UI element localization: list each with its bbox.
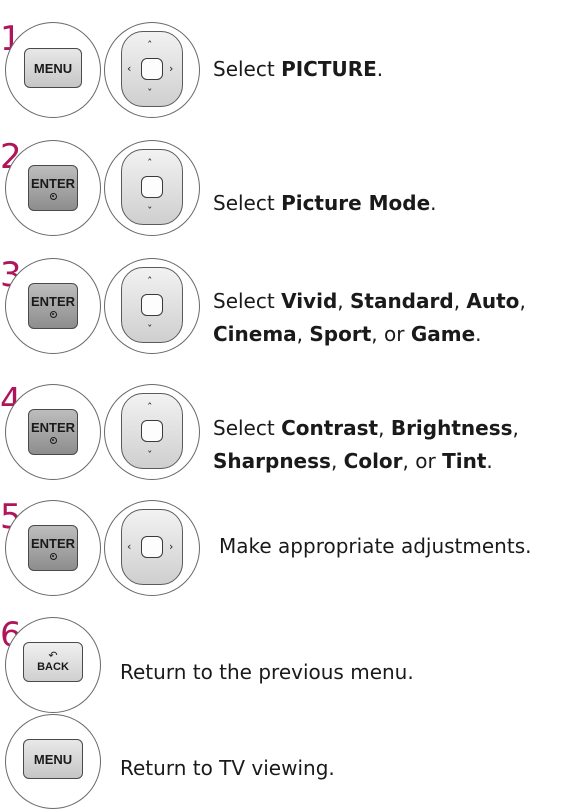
arrow-up-icon: ˆ [147,157,153,170]
instruction-keyword: Contrast [281,416,379,440]
menu-button[interactable]: MENU [24,48,82,88]
enter-button-label: ENTER [30,420,76,435]
instruction-text: Select [213,289,282,313]
enter-dot-icon [49,437,57,444]
instruction-text: , [519,289,526,313]
arrow-down-icon: ˇ [147,87,153,100]
enter-button[interactable]: ENTER [28,165,78,211]
nav-circle: ‹ › [104,500,200,596]
button-circle: ↶ BACK [5,617,101,713]
button-circle: ENTER [5,258,101,354]
navigation-pad[interactable]: ˆ ˇ [121,149,183,225]
menu-button-label: MENU [33,751,73,767]
instruction-text: . [430,191,437,215]
instruction-keyword: Auto [466,289,520,313]
instruction-text: , [296,322,310,346]
instruction-text: , [512,416,519,440]
instruction-text: , [453,289,467,313]
enter-dot-icon [49,311,57,318]
arrow-up-icon: ˆ [147,39,153,52]
nav-center-key[interactable] [141,176,163,198]
arrow-up-icon: ˆ [147,275,153,288]
enter-button-label: ENTER [30,294,76,309]
navigation-pad[interactable]: ‹ › [121,509,183,585]
instruction-text: Return to TV viewing. [120,756,335,780]
instruction-keyword: Vivid [281,289,338,313]
instruction-text: , or [402,449,443,473]
nav-center-key[interactable] [141,294,163,316]
instruction-text: , [378,416,391,440]
instruction-text: . [475,322,482,346]
arrow-down-icon: ˇ [147,205,153,218]
enter-button-label: ENTER [30,176,76,191]
step-instruction-line-2: Cinema, Sport, or Game. [213,320,482,348]
nav-center-key[interactable] [141,536,163,558]
back-button[interactable]: ↶ BACK [23,642,83,682]
arrow-down-icon: ˇ [147,449,153,462]
instruction-keyword: Cinema [213,322,297,346]
instruction-keyword: Standard [349,289,454,313]
enter-button[interactable]: ENTER [28,409,78,455]
instruction-keyword: Game [410,322,476,346]
button-circle: ENTER [5,500,101,596]
enter-dot-icon [49,193,57,200]
instruction-text: Select [213,57,282,81]
nav-circle: ˆ ˇ [104,258,200,354]
arrow-up-icon: ˆ [147,401,153,414]
nav-center-key[interactable] [141,58,163,80]
arrow-right-icon: › [169,62,174,75]
instruction-text: Make appropriate adjustments. [219,534,532,558]
enter-button[interactable]: ENTER [28,525,78,571]
instruction-text: Return to the previous menu. [120,660,414,684]
step-instruction: Select PICTURE. [213,55,383,83]
back-button-label: BACK [37,661,69,673]
button-circle: MENU [5,22,101,118]
nav-center-key[interactable] [141,420,163,442]
arrow-left-icon: ‹ [127,540,132,553]
arrow-right-icon: › [169,540,174,553]
navigation-pad[interactable]: ˆ ‹ › ˇ [121,31,183,107]
step-instruction: Make appropriate adjustments. [219,532,531,560]
instruction-keyword: Brightness [390,416,513,440]
nav-circle: ˆ ˇ [104,140,200,236]
navigation-pad[interactable]: ˆ ˇ [121,267,183,343]
enter-button[interactable]: ENTER [28,283,78,329]
instruction-keyword: Tint [442,449,487,473]
instruction-text: Select [213,191,282,215]
instruction-text: . [486,449,493,473]
step-instruction-line-1: Select Vivid, Standard, Auto, [213,287,526,315]
instruction-keyword: PICTURE [281,57,377,81]
instruction-text: , or [371,322,411,346]
nav-circle: ˆ ˇ [104,384,200,480]
step-instruction: Return to TV viewing. [120,754,335,782]
navigation-pad[interactable]: ˆ ˇ [121,393,183,469]
instruction-keyword: Picture Mode [281,191,431,215]
instruction-keyword: Sport [309,322,372,346]
instruction-keyword: Color [343,449,403,473]
instruction-text: , [337,289,350,313]
button-circle: MENU [5,714,101,809]
step-instruction-line-1: Select Contrast, Brightness, [213,414,519,442]
step-instruction: Select Picture Mode. [213,189,437,217]
enter-dot-icon [49,553,57,560]
instruction-keyword: Sharpness [213,449,331,473]
instruction-text: . [376,57,384,81]
step-instruction: Return to the previous menu. [120,658,414,686]
enter-button-label: ENTER [30,536,76,551]
instruction-text: Select [213,416,282,440]
arrow-down-icon: ˇ [147,323,153,336]
menu-button-label: MENU [33,60,73,76]
instruction-text: , [330,449,344,473]
menu-button[interactable]: MENU [23,739,83,779]
back-arrow-icon: ↶ [48,650,58,662]
button-circle: ENTER [5,140,101,236]
step-instruction-line-2: Sharpness, Color, or Tint. [213,447,493,475]
nav-circle: ˆ ‹ › ˇ [104,22,200,118]
button-circle: ENTER [5,384,101,480]
arrow-left-icon: ‹ [127,62,132,75]
